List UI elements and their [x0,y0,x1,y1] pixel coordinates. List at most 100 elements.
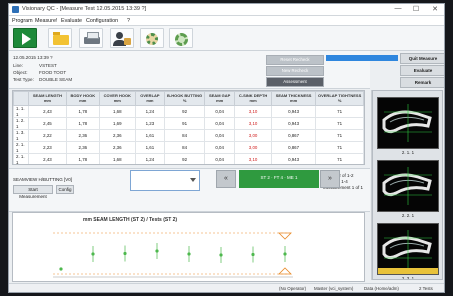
table-cell: 71 [315,117,364,130]
column-header[interactable]: SEAM THICKNESS mm [270,91,317,106]
table-cell: 84 [164,141,206,154]
table-cell: 2. 1. 1 [13,153,30,164]
table-cell: 92 [164,153,206,164]
start-button[interactable] [13,28,37,48]
next-button[interactable]: » [320,170,340,188]
table-cell: 71 [315,153,364,164]
new-recheck-button[interactable]: New Recheck [266,66,324,76]
table-cell: 1,68 [98,153,136,164]
seam-image-thumb[interactable]: 2. 1. 1 [377,97,439,155]
prev-button[interactable]: « [216,170,236,188]
minimize-icon[interactable]: — [392,5,404,12]
column-header[interactable]: OVERLAP TIGHTNESS % [315,91,364,106]
user-button[interactable] [110,28,134,48]
table-cell: 0,04 [204,141,236,154]
column-header[interactable]: COVER HOOK mm [98,91,136,106]
data-point[interactable] [283,252,287,256]
table-header-row: SEAM LENGTH mm BODY HOOK mm COVER HOOK mm O… [13,91,364,106]
test-type-value: DOUBLE SEAM [39,77,73,82]
app-icon [12,6,19,13]
table-cell: 1,61 [134,141,166,154]
table-cell: 3,00 [234,141,272,154]
table-cell: 3,10 [234,105,272,118]
chevron-down-icon [190,178,196,182]
table-cell: 0,943 [270,105,317,118]
column-header[interactable]: SEAM GAP mm [204,91,236,106]
play-icon [22,33,31,45]
evaluate-button[interactable]: Evaluate [400,65,444,76]
test-date: 12.05.2015 13:39 ? [13,55,53,60]
menu-configuration[interactable]: Configuration [86,18,118,24]
data-point[interactable] [187,252,191,256]
data-point[interactable] [219,253,223,257]
start-measurement-button[interactable]: Start Measurement [13,185,53,199]
menu-help[interactable]: ? [127,18,130,24]
title-bar: Visionary QC - [Measure Test 12.05.2015 … [9,4,444,16]
settings-button[interactable] [169,28,193,48]
chart-title: mm SEAM LENGTH (ST 2) / Tests (ST 2) [83,217,177,223]
table-cell: 0,04 [204,153,236,164]
data-status: Data (Home/adm) [364,286,399,291]
menu-bar: Program Measure! Evaluate Configuration … [9,16,444,26]
table-cell: 92 [164,105,206,118]
table-cell: 1,68 [98,105,136,118]
maximize-icon[interactable]: ☐ [410,5,422,13]
menu-measure[interactable]: Measure! [35,18,57,24]
table-row[interactable]: 2. 1. 1 2,43 1,78 1,68 1,24 92 0,04 3,10 0,943 71 [13,153,364,164]
operator-status: (No Operator) [279,286,307,291]
open-button[interactable] [48,28,72,48]
table-cell: 3,10 [234,117,272,130]
table-cell: 2,36 [65,129,100,142]
data-point[interactable] [59,267,63,271]
column-header[interactable]: B-HOOK BUTTING % [164,91,206,106]
station-indicator: ST 2 · FT 4 · ME 1 [239,170,319,188]
info-panel: 12.05.2015 13:39 ? Line: VSTEST Object: … [9,51,370,89]
table-row[interactable]: 1. 1. 1 2,43 1,78 1,68 1,24 92 0,04 3,10 0,943 71 [13,105,364,118]
remark-button[interactable]: Remark [400,77,444,88]
table-row[interactable]: 1. 3. 1 2,22 2,36 2,36 1,61 84 0,04 3,00 0,867 71 [13,129,364,142]
thumb-label: 2. 2. 1 [401,213,415,218]
print-button[interactable] [79,28,103,48]
table-cell: 0,04 [204,129,236,142]
reset-recheck-button[interactable]: Reset Recheck [266,55,324,65]
seam-image-thumb[interactable]: 2. 2. 1 [377,160,439,218]
column-header[interactable]: C-SINK DEPTH mm [234,91,272,106]
table-cell: 0,943 [270,153,317,164]
table-cell: 0,943 [270,117,317,130]
table-cell: 71 [315,105,364,118]
menu-program[interactable]: Program [12,18,33,24]
table-body: 1. 1. 1 2,43 1,78 1,68 1,24 92 0,04 3,10 0,943 71… [13,105,364,164]
table-cell: 1,24 [134,105,166,118]
data-point[interactable] [155,249,159,253]
data-point[interactable] [91,252,95,256]
table-cell: 71 [315,129,364,142]
measurement-select[interactable] [130,170,200,191]
column-header[interactable]: SEAM LENGTH mm [28,91,67,106]
column-header[interactable] [13,91,30,106]
seam-image-thumb[interactable]: 2. 3. 1 [377,223,439,279]
table-cell: 2,36 [98,129,136,142]
assessment-button[interactable]: Assessment [266,77,324,87]
seam-image [378,230,438,274]
column-header[interactable]: BODY HOOK mm [65,91,100,106]
tools-button[interactable] [140,28,164,48]
master-status: Master (vci_system) [314,286,354,291]
quit-measure-button[interactable]: Quit Measure [400,53,444,64]
table-row[interactable]: 2. 1. 1 2,23 2,36 2,36 1,61 84 0,04 3,00 0,867 71 [13,141,364,154]
app-window: Visionary QC - [Measure Test 12.05.2015 … [8,3,445,293]
table-cell: 91 [164,117,206,130]
table-cell: 84 [164,129,206,142]
menu-evaluate[interactable]: Evaluate [61,18,82,24]
table-row[interactable]: 1. 2. 1 2,45 1,78 1,69 1,23 91 0,04 3,10 0,943 71 [13,117,364,130]
table-cell: 0,867 [270,141,317,154]
table-cell: 1. 2. 1 [13,117,30,130]
status-bar: (No Operator) Master (vci_system) Data (… [9,283,444,292]
data-point[interactable] [123,251,127,256]
close-icon[interactable]: ✕ [429,5,441,13]
table-cell: 1,78 [65,153,100,164]
column-header[interactable]: OVERLAP mm [134,91,166,106]
config-button[interactable]: Config [56,185,74,194]
table-cell: 1,78 [65,105,100,118]
table-cell: 0,04 [204,117,236,130]
data-point[interactable] [251,252,255,257]
